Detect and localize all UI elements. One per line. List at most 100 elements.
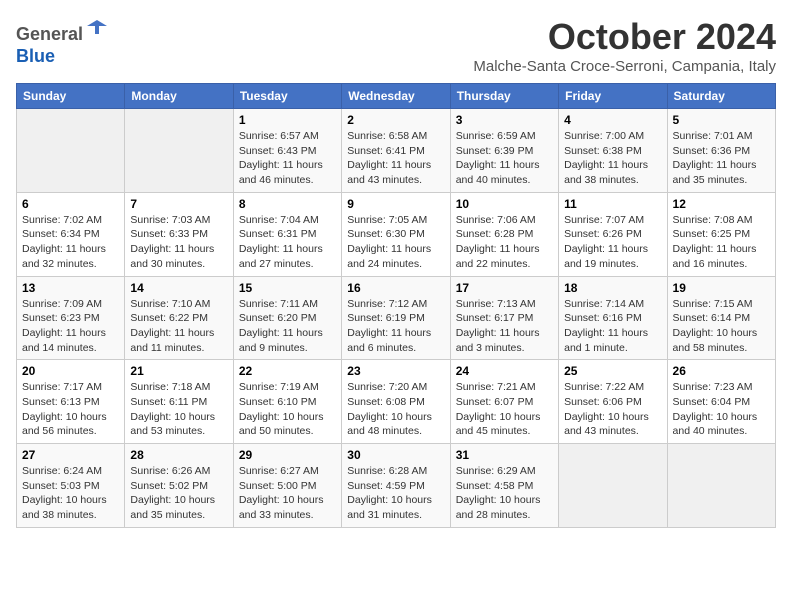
day-number: 2 [347, 113, 444, 127]
day-info: Sunrise: 6:59 AM Sunset: 6:39 PM Dayligh… [456, 129, 553, 188]
calendar-cell: 25 Sunrise: 7:22 AM Sunset: 6:06 PM Dayli… [559, 360, 667, 444]
month-title: October 2024 [473, 16, 776, 58]
day-info: Sunrise: 7:15 AM Sunset: 6:14 PM Dayligh… [673, 297, 770, 356]
calendar-cell: 12 Sunrise: 7:08 AM Sunset: 6:25 PM Dayli… [667, 192, 775, 276]
day-info: Sunrise: 7:06 AM Sunset: 6:28 PM Dayligh… [456, 213, 553, 272]
calendar-header-row: SundayMondayTuesdayWednesdayThursdayFrid… [17, 84, 776, 109]
logo-blue: Blue [16, 46, 55, 66]
column-header-wednesday: Wednesday [342, 84, 450, 109]
calendar-cell [559, 444, 667, 528]
title-section: October 2024 Malche-Santa Croce-Serroni,… [473, 16, 776, 75]
day-number: 22 [239, 364, 336, 378]
day-number: 10 [456, 197, 553, 211]
day-number: 23 [347, 364, 444, 378]
day-info: Sunrise: 7:14 AM Sunset: 6:16 PM Dayligh… [564, 297, 661, 356]
day-info: Sunrise: 6:29 AM Sunset: 4:58 PM Dayligh… [456, 464, 553, 523]
day-number: 20 [22, 364, 119, 378]
day-number: 3 [456, 113, 553, 127]
calendar-cell: 18Sunrise: 7:14 AM Sunset: 6:16 PM Dayli… [559, 276, 667, 360]
day-info: Sunrise: 6:28 AM Sunset: 4:59 PM Dayligh… [347, 464, 444, 523]
day-info: Sunrise: 6:57 AM Sunset: 6:43 PM Dayligh… [239, 129, 336, 188]
calendar-week-row: 20 Sunrise: 7:17 AM Sunset: 6:13 PM Dayli… [17, 360, 776, 444]
column-header-sunday: Sunday [17, 84, 125, 109]
day-info: Sunrise: 6:58 AM Sunset: 6:41 PM Dayligh… [347, 129, 444, 188]
calendar-cell: 8Sunrise: 7:04 AM Sunset: 6:31 PM Daylig… [233, 192, 341, 276]
day-number: 6 [22, 197, 119, 211]
day-info: Sunrise: 7:18 AM Sunset: 6:11 PM Dayligh… [130, 380, 227, 439]
day-info: Sunrise: 7:23 AM Sunset: 6:04 PM Dayligh… [673, 380, 770, 439]
day-info: Sunrise: 7:07 AM Sunset: 6:26 PM Dayligh… [564, 213, 661, 272]
day-info: Sunrise: 7:00 AM Sunset: 6:38 PM Dayligh… [564, 129, 661, 188]
day-number: 29 [239, 448, 336, 462]
day-number: 5 [673, 113, 770, 127]
calendar-cell: 5 Sunrise: 7:01 AM Sunset: 6:36 PM Daylig… [667, 109, 775, 193]
calendar-cell: 28 Sunrise: 6:26 AM Sunset: 5:02 PM Dayli… [125, 444, 233, 528]
calendar-cell: 15 Sunrise: 7:11 AM Sunset: 6:20 PM Dayli… [233, 276, 341, 360]
day-info: Sunrise: 7:13 AM Sunset: 6:17 PM Dayligh… [456, 297, 553, 356]
calendar-cell: 29 Sunrise: 6:27 AM Sunset: 5:00 PM Dayli… [233, 444, 341, 528]
column-header-saturday: Saturday [667, 84, 775, 109]
calendar-cell: 9Sunrise: 7:05 AM Sunset: 6:30 PM Daylig… [342, 192, 450, 276]
day-info: Sunrise: 6:26 AM Sunset: 5:02 PM Dayligh… [130, 464, 227, 523]
column-header-monday: Monday [125, 84, 233, 109]
day-number: 14 [130, 281, 227, 295]
calendar-cell: 16 Sunrise: 7:12 AM Sunset: 6:19 PM Dayli… [342, 276, 450, 360]
day-info: Sunrise: 7:09 AM Sunset: 6:23 PM Dayligh… [22, 297, 119, 356]
day-info: Sunrise: 7:08 AM Sunset: 6:25 PM Dayligh… [673, 213, 770, 272]
day-info: Sunrise: 7:12 AM Sunset: 6:19 PM Dayligh… [347, 297, 444, 356]
day-number: 16 [347, 281, 444, 295]
calendar-cell [667, 444, 775, 528]
day-number: 12 [673, 197, 770, 211]
day-number: 28 [130, 448, 227, 462]
day-number: 26 [673, 364, 770, 378]
day-info: Sunrise: 7:22 AM Sunset: 6:06 PM Dayligh… [564, 380, 661, 439]
calendar-cell: 2 Sunrise: 6:58 AM Sunset: 6:41 PM Daylig… [342, 109, 450, 193]
calendar-cell: 4 Sunrise: 7:00 AM Sunset: 6:38 PM Daylig… [559, 109, 667, 193]
calendar-cell: 17 Sunrise: 7:13 AM Sunset: 6:17 PM Dayli… [450, 276, 558, 360]
calendar-cell: 6 Sunrise: 7:02 AM Sunset: 6:34 PM Daylig… [17, 192, 125, 276]
calendar-cell: 22 Sunrise: 7:19 AM Sunset: 6:10 PM Dayli… [233, 360, 341, 444]
logo-general: General [16, 24, 83, 44]
day-info: Sunrise: 7:19 AM Sunset: 6:10 PM Dayligh… [239, 380, 336, 439]
calendar-cell: 24 Sunrise: 7:21 AM Sunset: 6:07 PM Dayli… [450, 360, 558, 444]
location-subtitle: Malche-Santa Croce-Serroni, Campania, It… [473, 58, 776, 75]
calendar-cell: 30Sunrise: 6:28 AM Sunset: 4:59 PM Dayli… [342, 444, 450, 528]
calendar-cell: 21Sunrise: 7:18 AM Sunset: 6:11 PM Dayli… [125, 360, 233, 444]
day-info: Sunrise: 6:27 AM Sunset: 5:00 PM Dayligh… [239, 464, 336, 523]
calendar-week-row: 6 Sunrise: 7:02 AM Sunset: 6:34 PM Daylig… [17, 192, 776, 276]
day-info: Sunrise: 7:17 AM Sunset: 6:13 PM Dayligh… [22, 380, 119, 439]
column-header-tuesday: Tuesday [233, 84, 341, 109]
calendar-cell: 20 Sunrise: 7:17 AM Sunset: 6:13 PM Dayli… [17, 360, 125, 444]
day-number: 8 [239, 197, 336, 211]
calendar-cell: 13 Sunrise: 7:09 AM Sunset: 6:23 PM Dayli… [17, 276, 125, 360]
day-number: 17 [456, 281, 553, 295]
day-number: 11 [564, 197, 661, 211]
calendar-cell: 31 Sunrise: 6:29 AM Sunset: 4:58 PM Dayli… [450, 444, 558, 528]
day-number: 31 [456, 448, 553, 462]
day-info: Sunrise: 7:01 AM Sunset: 6:36 PM Dayligh… [673, 129, 770, 188]
day-number: 13 [22, 281, 119, 295]
calendar-week-row: 13 Sunrise: 7:09 AM Sunset: 6:23 PM Dayli… [17, 276, 776, 360]
calendar-cell: 19 Sunrise: 7:15 AM Sunset: 6:14 PM Dayli… [667, 276, 775, 360]
calendar-cell: 23Sunrise: 7:20 AM Sunset: 6:08 PM Dayli… [342, 360, 450, 444]
logo-bird-icon [85, 16, 109, 40]
calendar-week-row: 27Sunrise: 6:24 AM Sunset: 5:03 PM Dayli… [17, 444, 776, 528]
day-info: Sunrise: 7:02 AM Sunset: 6:34 PM Dayligh… [22, 213, 119, 272]
day-number: 25 [564, 364, 661, 378]
calendar-cell: 14Sunrise: 7:10 AM Sunset: 6:22 PM Dayli… [125, 276, 233, 360]
day-info: Sunrise: 7:03 AM Sunset: 6:33 PM Dayligh… [130, 213, 227, 272]
day-number: 7 [130, 197, 227, 211]
column-header-thursday: Thursday [450, 84, 558, 109]
day-info: Sunrise: 7:11 AM Sunset: 6:20 PM Dayligh… [239, 297, 336, 356]
calendar-cell: 26 Sunrise: 7:23 AM Sunset: 6:04 PM Dayli… [667, 360, 775, 444]
calendar-cell: 1Sunrise: 6:57 AM Sunset: 6:43 PM Daylig… [233, 109, 341, 193]
day-number: 15 [239, 281, 336, 295]
day-number: 19 [673, 281, 770, 295]
day-number: 24 [456, 364, 553, 378]
day-number: 4 [564, 113, 661, 127]
calendar-cell [17, 109, 125, 193]
day-number: 9 [347, 197, 444, 211]
calendar-cell: 10 Sunrise: 7:06 AM Sunset: 6:28 PM Dayli… [450, 192, 558, 276]
day-number: 27 [22, 448, 119, 462]
day-info: Sunrise: 7:21 AM Sunset: 6:07 PM Dayligh… [456, 380, 553, 439]
